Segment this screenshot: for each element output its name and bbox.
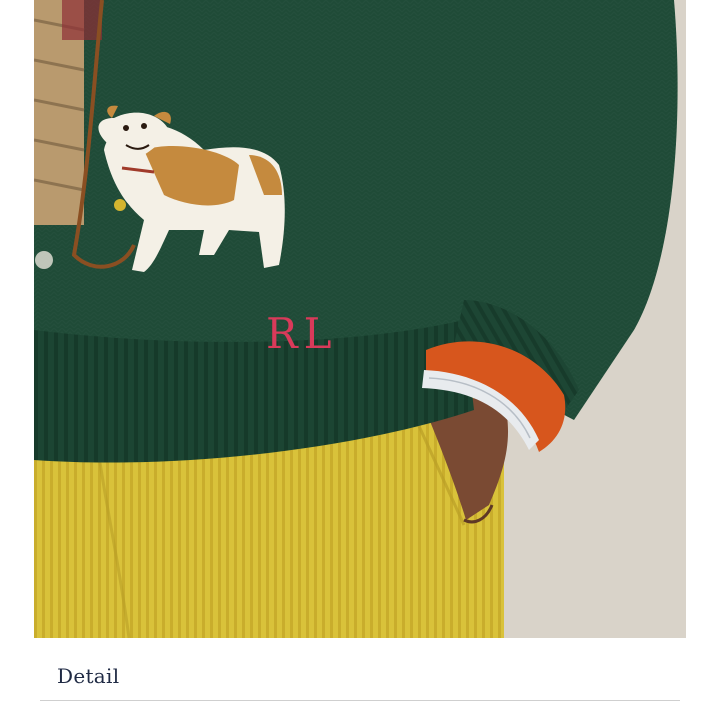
product-photo-illustration: RL (34, 0, 686, 638)
product-photo[interactable]: RL (34, 0, 686, 638)
rl-monogram-icon: RL (266, 309, 338, 358)
detail-heading[interactable]: Detail (57, 664, 119, 688)
section-divider (40, 700, 680, 701)
product-detail-page: RL Detail (0, 0, 720, 720)
